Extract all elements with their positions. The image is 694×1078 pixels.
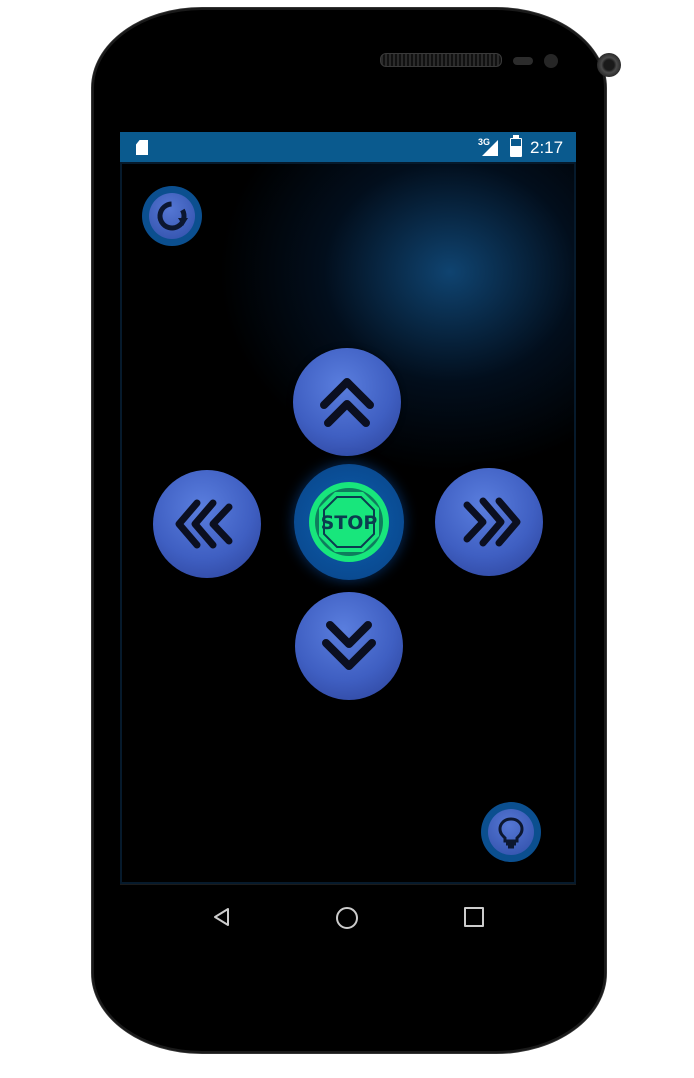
remote-control-panel: STOP [120, 162, 576, 884]
move-up-button[interactable] [293, 348, 401, 456]
recents-square-icon[interactable] [464, 907, 484, 927]
triple-chevron-right-icon [463, 497, 521, 547]
front-camera [597, 53, 621, 77]
proximity-sensor [513, 57, 533, 65]
screen: 3G 2:17 STOP [120, 132, 576, 948]
stop-label: STOP [321, 512, 378, 534]
home-circle-icon[interactable] [336, 907, 358, 929]
move-down-button[interactable] [295, 592, 403, 700]
battery-icon [510, 135, 522, 157]
signal-icon [482, 140, 498, 156]
double-chevron-down-icon [322, 621, 376, 670]
move-left-button[interactable] [153, 470, 261, 578]
system-navigation-bar [120, 884, 576, 948]
double-chevron-up-icon [320, 378, 374, 427]
device-frame: 3G 2:17 STOP [0, 0, 694, 1078]
refresh-button[interactable] [142, 186, 202, 246]
sd-card-icon [136, 140, 148, 155]
status-time: 2:17 [530, 138, 564, 157]
move-right-button[interactable] [435, 468, 543, 576]
stop-sign-icon: STOP [309, 482, 389, 562]
earpiece-speaker [380, 53, 502, 67]
lightbulb-icon [498, 817, 524, 849]
status-bar: 3G 2:17 [120, 132, 576, 162]
light-sensor [544, 54, 558, 68]
triple-chevron-left-icon [175, 499, 233, 549]
back-triangle-icon[interactable] [212, 907, 232, 927]
light-toggle-button[interactable] [481, 802, 541, 862]
refresh-icon [157, 201, 188, 231]
stop-button[interactable]: STOP [294, 464, 404, 580]
